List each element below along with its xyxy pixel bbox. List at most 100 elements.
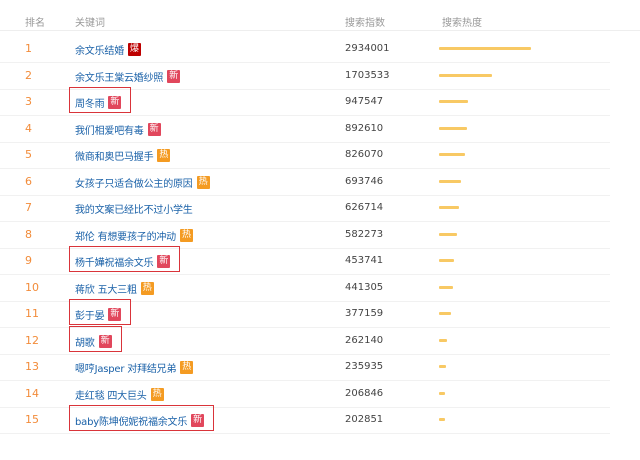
new-badge: 新 bbox=[98, 334, 112, 348]
keyword-cell: 我的文案已经比不过小学生 bbox=[75, 200, 193, 216]
search-index-value: 2934001 bbox=[345, 43, 390, 54]
table-row[interactable]: 15 baby陈坤倪妮祝福余文乐新 202851 bbox=[0, 406, 610, 434]
keyword-link[interactable]: baby陈坤倪妮祝福余文乐 bbox=[75, 413, 187, 428]
keyword-link[interactable]: 走红毯 四大巨头 bbox=[75, 387, 147, 402]
hot-badge: 热 bbox=[180, 360, 194, 374]
heat-bar bbox=[439, 127, 467, 130]
rank-number: 5 bbox=[25, 148, 32, 161]
table-row[interactable]: 12 胡歌新 262140 bbox=[0, 327, 610, 355]
search-index-value: 892610 bbox=[345, 123, 384, 134]
keyword-link[interactable]: 余文乐结婚 bbox=[75, 42, 124, 57]
keyword-link[interactable]: 微商和奥巴马握手 bbox=[75, 148, 154, 163]
keyword-cell: 余文乐王棠云婚纱照新 bbox=[75, 68, 181, 84]
search-index-value: 453741 bbox=[345, 255, 384, 266]
keyword-cell: 我们相爱吧有毒新 bbox=[75, 121, 161, 137]
new-badge: 新 bbox=[108, 307, 122, 321]
heat-bar bbox=[439, 153, 465, 156]
keyword-link[interactable]: 女孩子只适合做公主的原因 bbox=[75, 175, 193, 190]
hot-badge: 热 bbox=[140, 281, 154, 295]
keyword-cell: 蒋欣 五大三粗热 bbox=[75, 280, 154, 296]
table-row[interactable]: 6 女孩子只适合做公主的原因热 693746 bbox=[0, 168, 610, 196]
table-row[interactable]: 10 蒋欣 五大三粗热 441305 bbox=[0, 274, 610, 302]
heat-bar bbox=[439, 365, 446, 368]
keyword-link[interactable]: 杨千嬅祝福余文乐 bbox=[75, 254, 154, 269]
keyword-cell: 微商和奥巴马握手热 bbox=[75, 147, 171, 163]
heat-bar bbox=[439, 74, 492, 77]
rank-number: 13 bbox=[25, 360, 39, 373]
rank-number: 15 bbox=[25, 413, 39, 426]
rank-number: 1 bbox=[25, 42, 32, 55]
keyword-cell: 彭于晏新 bbox=[75, 306, 122, 322]
keyword-column-header: 关键词 bbox=[75, 18, 105, 29]
keyword-cell: 胡歌新 bbox=[75, 333, 112, 349]
table-row[interactable]: 13 嗯哼Jasper 对拜结兄弟热 235935 bbox=[0, 353, 610, 381]
search-index-value: 235935 bbox=[345, 361, 384, 372]
heat-bar bbox=[439, 206, 459, 209]
keyword-link[interactable]: 蒋欣 五大三粗 bbox=[75, 281, 137, 296]
table-row[interactable]: 9 杨千嬅祝福余文乐新 453741 bbox=[0, 247, 610, 275]
keyword-cell: 走红毯 四大巨头热 bbox=[75, 386, 164, 402]
boom-badge: 爆 bbox=[128, 42, 142, 56]
search-index-value: 947547 bbox=[345, 96, 384, 107]
keyword-link[interactable]: 周冬雨 bbox=[75, 95, 105, 110]
keyword-cell: 周冬雨新 bbox=[75, 94, 122, 110]
table-row[interactable]: 7 我的文案已经比不过小学生 626714 bbox=[0, 194, 610, 222]
keyword-cell: 女孩子只适合做公主的原因热 bbox=[75, 174, 210, 190]
rank-number: 14 bbox=[25, 387, 39, 400]
keyword-link[interactable]: 郑伦 有想要孩子的冲动 bbox=[75, 228, 176, 243]
hot-badge: 热 bbox=[196, 175, 210, 189]
new-badge: 新 bbox=[147, 122, 161, 136]
search-index-value: 582273 bbox=[345, 229, 384, 240]
keyword-cell: 余文乐结婚爆 bbox=[75, 41, 142, 57]
search-index-value: 1703533 bbox=[345, 70, 390, 81]
table-row[interactable]: 1 余文乐结婚爆 2934001 bbox=[0, 35, 610, 63]
table-header: 排名 关键词 搜索指数 搜索热度 bbox=[0, 0, 640, 31]
rank-number: 4 bbox=[25, 122, 32, 135]
index-column-header: 搜索指数 bbox=[345, 18, 385, 29]
heat-bar bbox=[439, 418, 445, 421]
table-row[interactable]: 4 我们相爱吧有毒新 892610 bbox=[0, 115, 610, 143]
rank-column-header: 排名 bbox=[25, 18, 45, 29]
hot-search-table: 排名 关键词 搜索指数 搜索热度 1 余文乐结婚爆 2934001 2 余文乐王棠云婚纱… bbox=[0, 0, 640, 460]
rank-number: 6 bbox=[25, 175, 32, 188]
keyword-cell: 郑伦 有想要孩子的冲动热 bbox=[75, 227, 193, 243]
search-index-value: 441305 bbox=[345, 282, 384, 293]
table-row[interactable]: 3 周冬雨新 947547 bbox=[0, 88, 610, 116]
search-index-value: 262140 bbox=[345, 335, 384, 346]
search-index-value: 206846 bbox=[345, 388, 384, 399]
keyword-link[interactable]: 我们相爱吧有毒 bbox=[75, 122, 144, 137]
keyword-link[interactable]: 嗯哼Jasper 对拜结兄弟 bbox=[75, 360, 176, 375]
heat-bar bbox=[439, 233, 457, 236]
keyword-cell: 杨千嬅祝福余文乐新 bbox=[75, 253, 171, 269]
hot-badge: 热 bbox=[179, 228, 193, 242]
heat-bar bbox=[439, 259, 454, 262]
new-badge: 新 bbox=[108, 95, 122, 109]
rank-number: 11 bbox=[25, 307, 39, 320]
heat-bar bbox=[439, 392, 445, 395]
rank-number: 2 bbox=[25, 69, 32, 82]
rank-number: 12 bbox=[25, 334, 39, 347]
rank-number: 9 bbox=[25, 254, 32, 267]
heat-bar bbox=[439, 47, 531, 50]
keyword-link[interactable]: 我的文案已经比不过小学生 bbox=[75, 201, 193, 216]
keyword-link[interactable]: 胡歌 bbox=[75, 334, 95, 349]
rank-number: 10 bbox=[25, 281, 39, 294]
heat-bar bbox=[439, 339, 447, 342]
search-index-value: 693746 bbox=[345, 176, 384, 187]
keyword-link[interactable]: 余文乐王棠云婚纱照 bbox=[75, 69, 163, 84]
search-index-value: 377159 bbox=[345, 308, 384, 319]
keyword-link[interactable]: 彭于晏 bbox=[75, 307, 105, 322]
new-badge: 新 bbox=[167, 69, 181, 83]
heat-bar bbox=[439, 312, 451, 315]
rank-number: 8 bbox=[25, 228, 32, 241]
table-row[interactable]: 5 微商和奥巴马握手热 826070 bbox=[0, 141, 610, 169]
rank-number: 7 bbox=[25, 201, 32, 214]
keyword-cell: baby陈坤倪妮祝福余文乐新 bbox=[75, 412, 205, 428]
search-index-value: 626714 bbox=[345, 202, 384, 213]
table-row[interactable]: 11 彭于晏新 377159 bbox=[0, 300, 610, 328]
table-row[interactable]: 2 余文乐王棠云婚纱照新 1703533 bbox=[0, 62, 610, 90]
new-badge: 新 bbox=[157, 254, 171, 268]
table-row[interactable]: 14 走红毯 四大巨头热 206846 bbox=[0, 380, 610, 408]
table-row[interactable]: 8 郑伦 有想要孩子的冲动热 582273 bbox=[0, 221, 610, 249]
search-index-value: 826070 bbox=[345, 149, 384, 160]
